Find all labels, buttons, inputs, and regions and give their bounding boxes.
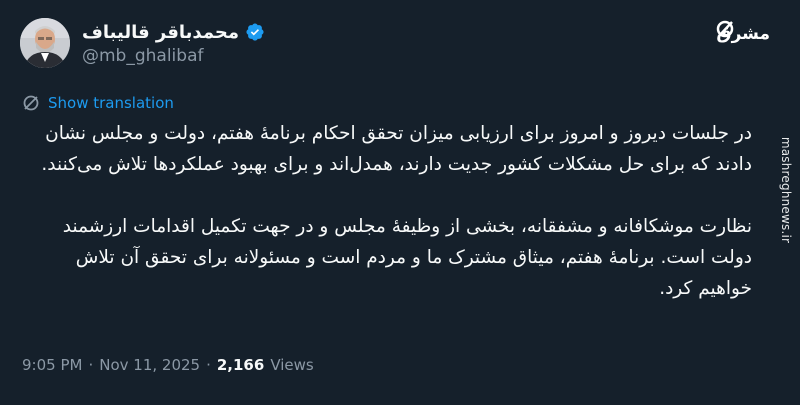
side-url-text: mashreghnews.ir xyxy=(779,136,793,244)
meta-separator-2: · xyxy=(206,356,211,374)
tweet-time[interactable]: 9:05 PM xyxy=(22,356,82,374)
author-display-name[interactable]: محمدباقر قالیباف xyxy=(82,22,239,43)
show-translation-link[interactable]: Show translation xyxy=(22,94,174,112)
tweet-date[interactable]: Nov 11, 2025 xyxy=(99,356,200,374)
translate-icon xyxy=(23,95,39,111)
watermark-side-url: mashreghnews.ir xyxy=(775,60,797,320)
views-label: Views xyxy=(270,356,314,374)
avatar[interactable] xyxy=(20,18,70,68)
author-name-row: محمدباقر قالیباف xyxy=(82,19,265,45)
tweet-paragraph-1: در جلسات دیروز و امروز برای ارزیابی میزا… xyxy=(41,123,752,175)
verified-badge-icon xyxy=(245,22,265,42)
show-translation-label[interactable]: Show translation xyxy=(48,94,174,112)
meta-separator: · xyxy=(88,356,94,374)
tweet-card: محمدباقر قالیباف @mb_ghalibaf مشرق mashr… xyxy=(0,0,800,405)
tweet-text: در جلسات دیروز و امروز برای ارزیابی میزا… xyxy=(32,118,752,304)
views-count: 2,166 xyxy=(216,356,265,374)
watermark-text: مشرق xyxy=(716,24,770,44)
profile-photo-icon xyxy=(20,18,70,68)
mashregh-logo: مشرق xyxy=(716,14,772,50)
tweet-paragraph-2: نظارت موشکافانه و مشفقانه، بخشی از وظیفه… xyxy=(62,216,752,299)
tweet-meta: 9:05 PM · Nov 11, 2025 · 2,166 Views xyxy=(22,356,314,374)
author-handle[interactable]: @mb_ghalibaf xyxy=(82,46,203,66)
